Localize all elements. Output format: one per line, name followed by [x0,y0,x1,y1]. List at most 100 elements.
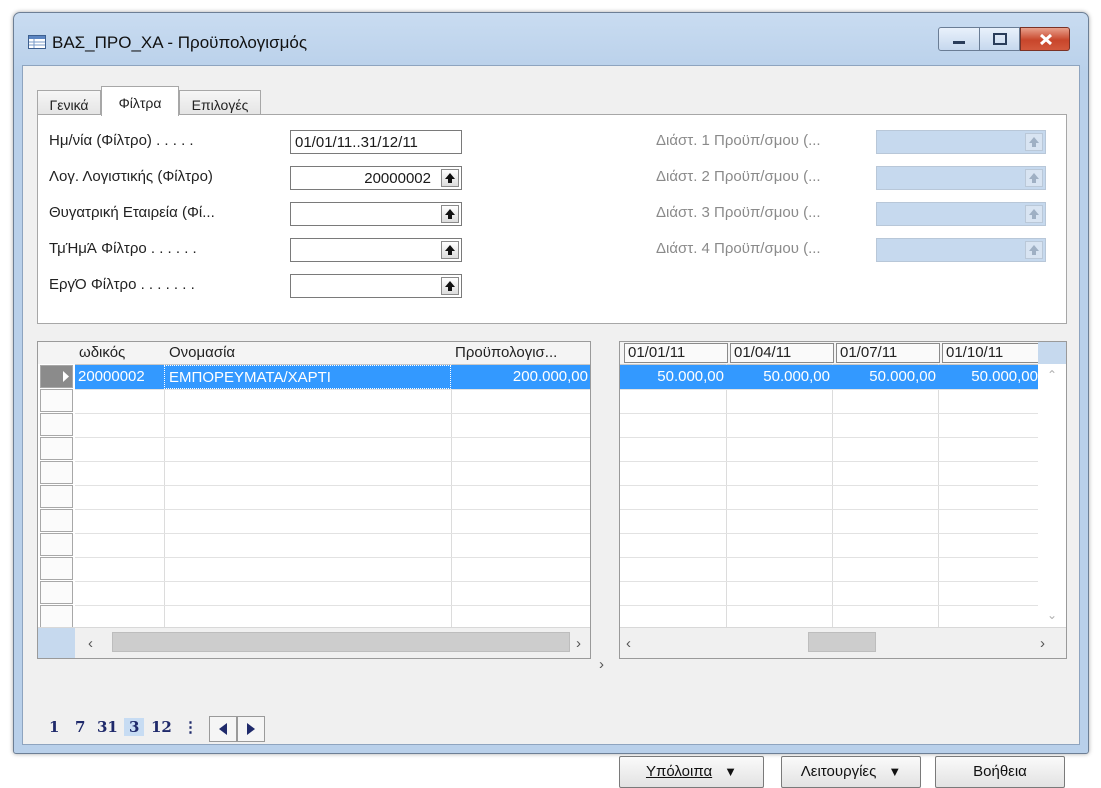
column-header-budget[interactable]: Προϋπολογισ... [455,344,557,361]
dimension-3-input [876,202,1046,226]
balances-button[interactable]: Υπόλοιπα ▼ [619,756,764,788]
pager-day[interactable]: 1 [49,718,59,736]
row-selector-column [38,364,75,628]
account-filter-input[interactable]: 20000002 [290,166,462,190]
row-selector[interactable] [40,461,73,484]
column-header-period-3[interactable]: 01/07/11 [836,343,940,363]
row-selector[interactable] [40,605,73,628]
row-selector[interactable] [40,581,73,604]
scroll-up-icon[interactable]: ⌃ [1047,368,1057,382]
tab-options[interactable]: Επιλογές [179,90,261,115]
cell-period-3[interactable]: 50.000,00 [832,365,936,389]
next-period-button[interactable] [237,716,265,742]
close-icon [1039,33,1053,46]
department-filter-input[interactable] [290,238,462,262]
dimension-4-label: Διάστ. 4 Προϋπ/σμου (... [656,240,821,257]
close-button[interactable] [1020,27,1070,51]
scroll-thumb[interactable] [112,632,570,652]
header-corner [1038,342,1066,364]
budget-lines-grid: ωδικός Ονομασία Προϋπολογισ... 20000002 … [37,341,591,659]
row-selector-current[interactable] [40,365,73,388]
department-filter-label: ΤμΉμΆ Φίλτρο . . . . . . [49,240,197,257]
dimension-2-label: Διάστ. 2 Προϋπ/σμου (... [656,168,821,185]
pager-week[interactable]: 7 [75,718,85,736]
filters-panel: Ημ/νία (Φίλτρο) . . . . . 01/01/11..31/1… [37,114,1067,324]
row-selector[interactable] [40,437,73,460]
cell-name[interactable]: ΕΜΠΟΡΕΥΜΑΤΑ/ΧΑΡΤΙ [164,365,451,389]
subsidiary-filter-label: Θυγατρική Εταιρεία (Φί... [49,204,215,221]
title-bar[interactable]: ΒΑΣ_ΠΡΟ_ΧΑ - Προϋπολογισμός [14,13,1088,65]
cell-period-1[interactable]: 50.000,00 [620,365,724,389]
pager-period[interactable]: ⋮ [183,718,198,736]
row-selector[interactable] [40,533,73,556]
dimension-2-input [876,166,1046,190]
account-filter-value: 20000002 [364,170,431,187]
period-grid-header: 01/01/11 01/04/11 01/07/11 01/10/11 [620,342,1066,365]
dimension-1-label: Διάστ. 1 Προϋπ/σμου (... [656,132,821,149]
lookup-arrow-icon [1025,241,1043,259]
lookup-arrow-icon[interactable] [441,241,459,259]
scroll-right-icon[interactable]: › [576,635,581,652]
lookup-arrow-icon[interactable] [441,169,459,187]
functions-label: Λειτουργίες [800,763,877,780]
cell-period-2[interactable]: 50.000,00 [726,365,830,389]
project-filter-label: ΕργΌ Φίλτρο . . . . . . . [49,276,195,293]
table-row[interactable]: 20000002 ΕΜΠΟΡΕΥΜΑΤΑ/ΧΑΡΤΙ 200.000,00 [75,365,590,389]
date-filter-input[interactable]: 01/01/11..31/12/11 [290,130,462,154]
period-horizontal-scrollbar[interactable]: ‹ › [620,627,1066,658]
row-selector[interactable] [40,485,73,508]
column-header-period-1[interactable]: 01/01/11 [624,343,728,363]
scroll-left-icon[interactable]: ‹ [626,635,631,652]
lookup-arrow-icon [1025,169,1043,187]
cell-budget[interactable]: 200.000,00 [451,365,588,389]
minimize-icon [953,41,965,44]
minimize-button[interactable] [938,27,980,51]
cell-period-4[interactable]: 50.000,00 [938,365,1038,389]
vertical-scrollbar[interactable]: ⌃ ⌄ [1038,364,1066,628]
form-body: Γενικά Φίλτρα Επιλογές Ημ/νία (Φίλτρο) .… [22,65,1080,788]
date-filter-label: Ημ/νία (Φίλτρο) . . . . . [49,132,194,149]
row-selector[interactable] [40,557,73,580]
row-selector[interactable] [40,509,73,532]
horizontal-scrollbar[interactable]: ‹ › [38,627,590,658]
lookup-arrow-icon [1025,205,1043,223]
scroll-right-icon[interactable]: › [1040,635,1045,652]
next-icon [247,723,255,735]
lookup-arrow-icon[interactable] [441,277,459,295]
balances-label: Υπόλοιπα [645,763,713,780]
dimension-4-input [876,238,1046,262]
column-header-period-4[interactable]: 01/10/11 [942,343,1040,363]
grid-header: ωδικός Ονομασία Προϋπολογισ... [38,342,590,365]
grid-corner [38,628,75,658]
column-header-name[interactable]: Ονομασία [169,344,235,361]
functions-button[interactable]: Λειτουργίες ▼ [781,756,921,788]
column-header-code[interactable]: ωδικός [79,344,125,361]
tab-filters[interactable]: Φίλτρα [101,86,179,116]
window-title: ΒΑΣ_ΠΡΟ_ΧΑ - Προϋπολογισμός [52,33,308,52]
tab-general[interactable]: Γενικά [37,90,101,115]
prev-icon [219,723,227,735]
lookup-arrow-icon [1025,133,1043,151]
pager-quarter[interactable]: 3 [124,718,145,736]
lookup-arrow-icon[interactable] [441,205,459,223]
subsidiary-filter-input[interactable] [290,202,462,226]
column-header-period-2[interactable]: 01/04/11 [730,343,834,363]
budget-window: ΒΑΣ_ΠΡΟ_ΧΑ - Προϋπολογισμός Γενικά Φίλτρ… [13,12,1089,788]
period-row[interactable]: 50.000,00 50.000,00 50.000,00 50.000,00 [620,365,1040,389]
maximize-icon [993,33,1007,45]
pager-year[interactable]: 12 [151,718,172,736]
row-selector[interactable] [40,389,73,412]
table-icon [28,35,46,49]
scroll-thumb[interactable] [808,632,876,652]
period-grid: 01/01/11 01/04/11 01/07/11 01/10/11 50.0… [619,341,1067,659]
help-button[interactable]: Βοήθεια [935,756,1065,788]
cell-code[interactable]: 20000002 [78,365,164,389]
scroll-down-icon[interactable]: ⌄ [1047,608,1057,622]
row-selector[interactable] [40,413,73,436]
pager-month[interactable]: 31 [97,718,118,736]
previous-period-button[interactable] [209,716,237,742]
pane-split-arrow-icon[interactable]: › [599,656,604,673]
project-filter-input[interactable] [290,274,462,298]
scroll-left-icon[interactable]: ‹ [88,635,93,652]
maximize-button[interactable] [980,27,1020,51]
